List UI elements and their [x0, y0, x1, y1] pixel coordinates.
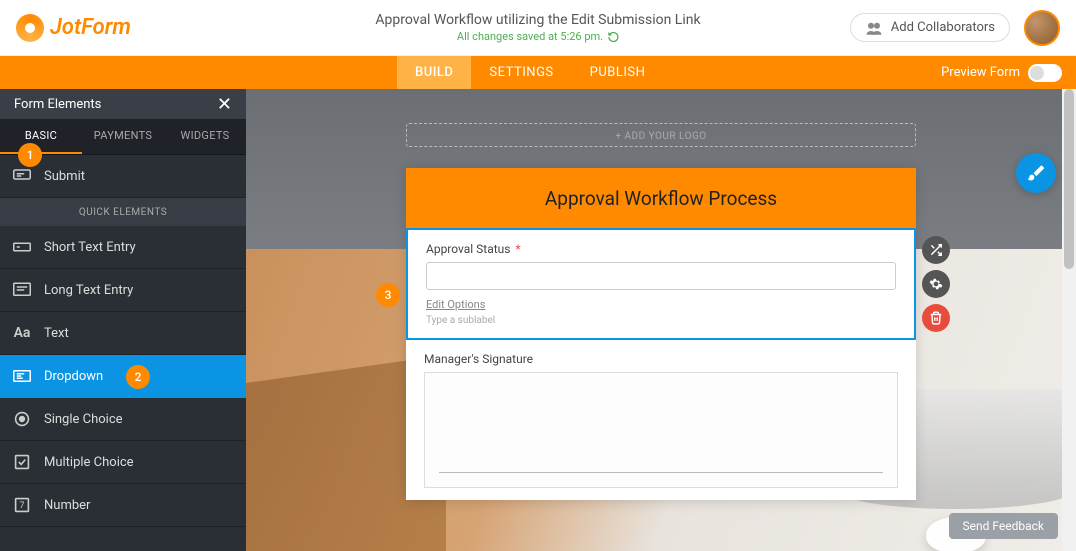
canvas-scrollbar[interactable]	[1062, 89, 1076, 551]
logo-icon	[16, 14, 44, 42]
sublabel-placeholder[interactable]: Type a sublabel	[426, 315, 896, 326]
field-delete-button[interactable]	[922, 304, 950, 332]
preview-form-toggle[interactable]	[1028, 64, 1062, 82]
sidebar-tab-widgets[interactable]: WIDGETS	[164, 119, 246, 154]
quick-elements-header: QUICK ELEMENTS	[0, 198, 246, 226]
element-dropdown[interactable]: Dropdown 2	[0, 355, 246, 398]
field-approval-status-label-text: Approval Status	[426, 242, 510, 256]
element-text[interactable]: Aa Text	[0, 312, 246, 355]
add-collaborators-button[interactable]: Add Collaborators	[850, 13, 1010, 42]
field-manager-signature-label: Manager's Signature	[424, 352, 898, 366]
add-logo-button[interactable]: + ADD YOUR LOGO	[615, 131, 706, 142]
long-text-icon	[0, 282, 44, 298]
field-approval-status-label[interactable]: Approval Status *	[426, 242, 896, 256]
element-multiple-choice-label: Multiple Choice	[44, 455, 246, 470]
form-title: Approval Workflow Process	[545, 187, 777, 210]
element-text-label: Text	[44, 326, 246, 341]
send-feedback-button[interactable]: Send Feedback	[949, 513, 1059, 539]
element-long-text-label: Long Text Entry	[44, 283, 246, 298]
save-status-text: All changes saved at 5:26 pm.	[457, 30, 603, 43]
element-single-choice-label: Single Choice	[44, 412, 246, 427]
form-canvas[interactable]: + ADD YOUR LOGO Approval Workflow Proces…	[246, 89, 1076, 551]
element-short-text-label: Short Text Entry	[44, 240, 246, 255]
field-manager-signature[interactable]: Manager's Signature	[406, 340, 916, 500]
header-center: Approval Workflow utilizing the Edit Sub…	[375, 12, 700, 43]
field-settings-button[interactable]	[922, 270, 950, 298]
tab-publish[interactable]: PUBLISH	[572, 56, 664, 89]
form-designer-button[interactable]	[1016, 153, 1056, 193]
element-number-label: Number	[44, 498, 246, 513]
annotation-3: 3	[376, 283, 400, 307]
text-icon: Aa	[0, 325, 44, 341]
element-submit-label: Submit	[44, 169, 246, 184]
element-single-choice[interactable]: Single Choice	[0, 398, 246, 441]
logo-text: JotForm	[50, 15, 131, 40]
revert-icon[interactable]	[607, 31, 619, 43]
number-icon: 7	[0, 497, 44, 513]
radio-icon	[0, 411, 44, 427]
field-conditions-button[interactable]	[922, 236, 950, 264]
close-icon[interactable]: ✕	[217, 94, 232, 115]
preview-form-label: Preview Form	[941, 65, 1020, 80]
avatar[interactable]	[1024, 10, 1060, 46]
form-card: Approval Workflow Process Approval Statu…	[406, 168, 916, 500]
add-collaborators-label: Add Collaborators	[891, 20, 995, 35]
annotation-1: 1	[18, 143, 42, 167]
dropdown-input[interactable]	[426, 262, 896, 290]
annotation-2: 2	[126, 365, 150, 389]
svg-text:7: 7	[20, 501, 25, 511]
checkbox-icon	[0, 454, 44, 470]
form-elements-title: Form Elements	[14, 97, 101, 112]
element-multiple-choice[interactable]: Multiple Choice	[0, 441, 246, 484]
element-long-text[interactable]: Long Text Entry	[0, 269, 246, 312]
sidebar-tab-payments[interactable]: PAYMENTS	[82, 119, 164, 154]
sidebar-tab-basic[interactable]: BASIC	[0, 119, 82, 154]
required-mark: *	[515, 242, 520, 256]
signature-pad[interactable]	[424, 372, 898, 488]
element-short-text[interactable]: Short Text Entry	[0, 226, 246, 269]
builder-nav: BUILD SETTINGS PUBLISH Preview Form	[0, 56, 1076, 89]
dropdown-icon	[0, 369, 44, 383]
tab-build[interactable]: BUILD	[397, 56, 471, 89]
collaborators-icon	[865, 21, 883, 35]
element-number[interactable]: 7 Number	[0, 484, 246, 527]
edit-options-link[interactable]: Edit Options	[426, 298, 896, 311]
field-approval-status[interactable]: Approval Status * Edit Options Type a su…	[406, 228, 916, 340]
save-status: All changes saved at 5:26 pm.	[375, 30, 700, 43]
form-elements-panel: Form Elements ✕ BASIC PAYMENTS WIDGETS 1…	[0, 89, 246, 551]
form-header[interactable]: Approval Workflow Process	[406, 168, 916, 228]
short-text-icon	[0, 240, 44, 254]
tab-settings[interactable]: SETTINGS	[471, 56, 571, 89]
logo[interactable]: JotForm	[16, 14, 131, 42]
submit-icon	[0, 169, 44, 183]
page-title[interactable]: Approval Workflow utilizing the Edit Sub…	[375, 12, 700, 28]
